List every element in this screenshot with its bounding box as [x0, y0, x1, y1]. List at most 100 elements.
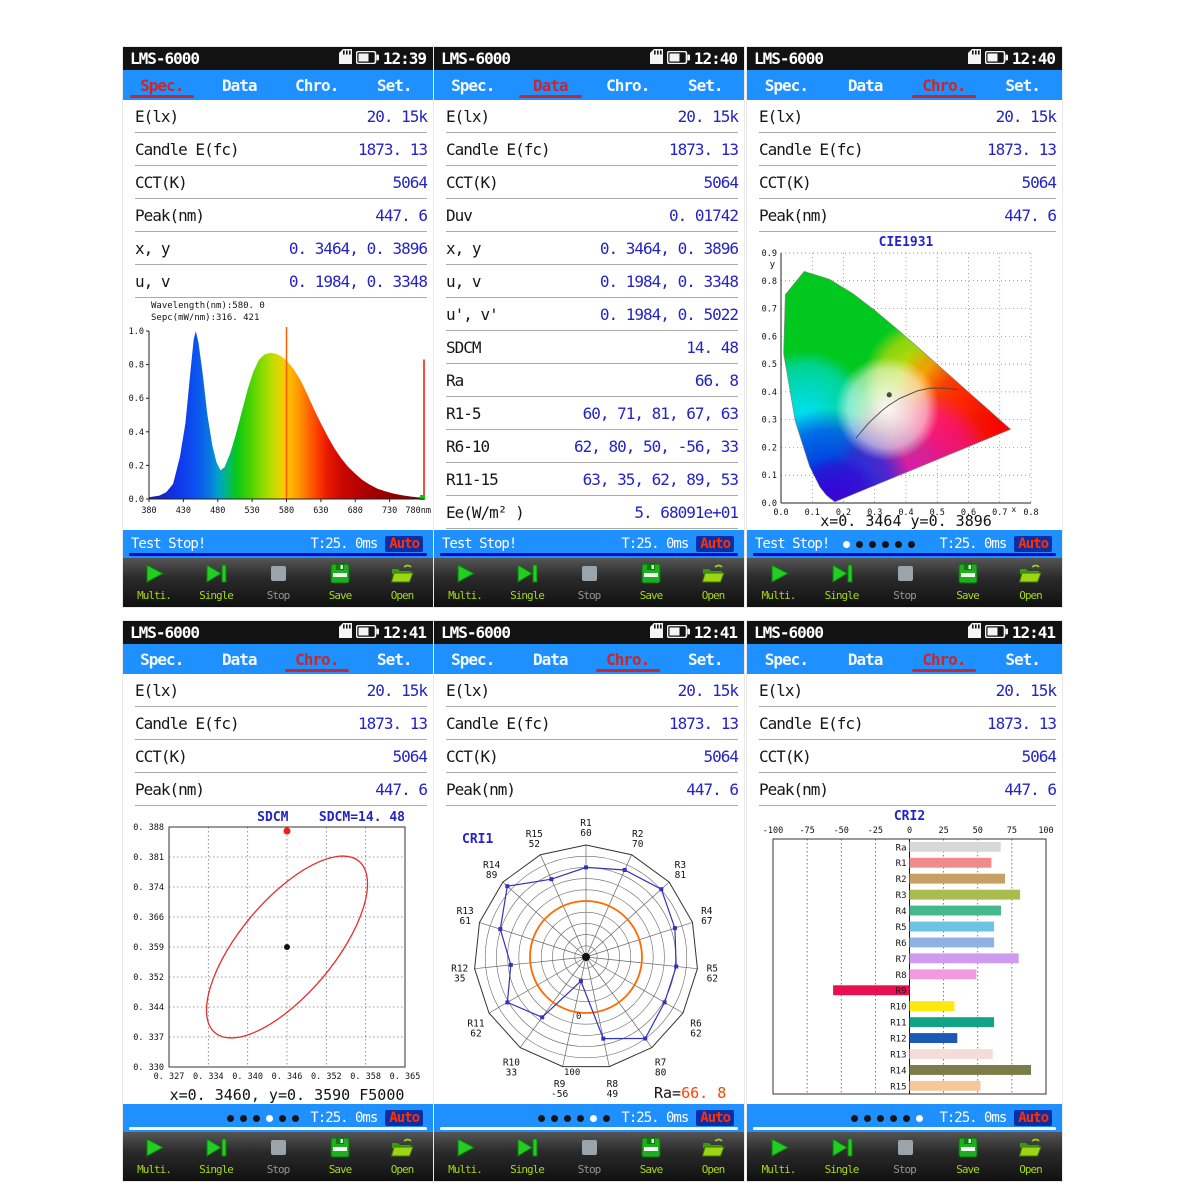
tab-data[interactable]: Data [201, 70, 279, 100]
cri-bar-label: R9 [896, 987, 907, 997]
row-value: 0. 01742 [669, 206, 738, 225]
open-button[interactable]: Open [371, 1137, 433, 1176]
stop-button[interactable]: Stop [558, 1137, 620, 1176]
device-screen: LMS-6000 12:40Spec.DataChro.Set.E(lx)20.… [434, 47, 744, 607]
status-underline [129, 553, 427, 556]
save-button[interactable]: Save [620, 1137, 682, 1176]
integration-time-label: T:25. 0ms [939, 536, 1006, 552]
auto-mode-badge[interactable]: Auto [696, 1110, 734, 1126]
tab-chro[interactable]: Chro. [905, 70, 984, 100]
save-button[interactable]: Save [309, 1137, 371, 1176]
auto-mode-badge[interactable]: Auto [1014, 1110, 1052, 1126]
battery-icon [667, 625, 690, 638]
save-button[interactable]: Save [309, 563, 371, 602]
row-value: 447. 6 [1004, 780, 1056, 799]
tab-spec[interactable]: Spec. [434, 644, 512, 674]
multi-button[interactable]: Multi. [434, 1137, 496, 1176]
tab-chro[interactable]: Chro. [278, 644, 356, 674]
ra-caption: Ra=66. 8 [654, 1084, 726, 1102]
title-bar: LMS-6000 12:40 [434, 47, 744, 70]
auto-mode-badge[interactable]: Auto [385, 536, 423, 552]
tool-label: Multi. [762, 589, 796, 602]
tab-bar: Spec.DataChro.Set. [747, 70, 1062, 100]
tab-set[interactable]: Set. [983, 70, 1062, 100]
skip-icon [830, 1137, 854, 1162]
single-button[interactable]: Single [496, 563, 558, 602]
single-button[interactable]: Single [496, 1137, 558, 1176]
save-button[interactable]: Save [620, 563, 682, 602]
tab-data[interactable]: Data [512, 70, 590, 100]
auto-mode-badge[interactable]: Auto [385, 1110, 423, 1126]
row-value: 0. 1984, 0. 3348 [289, 272, 427, 291]
row-label: Candle E(fc) [135, 140, 239, 159]
tab-set[interactable]: Set. [356, 644, 434, 674]
auto-mode-badge[interactable]: Auto [1014, 536, 1052, 552]
row-value: 66. 8 [695, 371, 738, 390]
table-row: R1-560, 71, 81, 67, 63 [446, 397, 738, 430]
tab-spec[interactable]: Spec. [747, 70, 826, 100]
radar-spoke-label: R780 [655, 1058, 667, 1079]
stop-button[interactable]: Stop [558, 563, 620, 602]
tab-set[interactable]: Set. [667, 644, 745, 674]
save-icon [956, 1137, 980, 1162]
skip-icon [515, 563, 539, 588]
open-button[interactable]: Open [999, 563, 1062, 602]
page-dot [895, 541, 902, 548]
stop-button[interactable]: Stop [873, 1137, 936, 1176]
device-screen: LMS-6000 12:40Spec.DataChro.Set.E(lx)20.… [747, 47, 1062, 607]
open-button[interactable]: Open [682, 563, 744, 602]
tab-spec[interactable]: Spec. [747, 644, 826, 674]
single-button[interactable]: Single [185, 563, 247, 602]
table-row: E(lx)20. 15k [759, 674, 1056, 707]
battery-icon [667, 51, 690, 64]
save-button[interactable]: Save [936, 563, 999, 602]
tab-spec[interactable]: Spec. [434, 70, 512, 100]
svg-text:25: 25 [939, 826, 949, 836]
tab-bar: Spec.DataChro.Set. [123, 644, 433, 674]
tab-chro[interactable]: Chro. [278, 70, 356, 100]
open-button[interactable]: Open [371, 563, 433, 602]
row-label: E(lx) [759, 681, 802, 700]
open-button[interactable]: Open [682, 1137, 744, 1176]
status-message: Test Stop! [442, 536, 516, 552]
integration-time-label: T:25. 0ms [939, 1110, 1006, 1126]
cri-bar-label: R2 [896, 875, 907, 885]
table-row: R6-1062, 80, 50, -56, 33 [446, 430, 738, 463]
tab-spec[interactable]: Spec. [123, 644, 201, 674]
save-button[interactable]: Save [936, 1137, 999, 1176]
auto-mode-badge[interactable]: Auto [696, 536, 734, 552]
single-button[interactable]: Single [810, 1137, 873, 1176]
multi-button[interactable]: Multi. [747, 1137, 810, 1176]
tab-set[interactable]: Set. [983, 644, 1062, 674]
tab-spec[interactable]: Spec. [123, 70, 201, 100]
tab-data[interactable]: Data [201, 644, 279, 674]
tab-set[interactable]: Set. [356, 70, 434, 100]
measurement-table: E(lx)20. 15kCandle E(fc)1873. 13CCT(K)50… [434, 100, 744, 529]
row-value: 14. 48 [686, 338, 738, 357]
stop-button[interactable]: Stop [873, 563, 936, 602]
tab-chro[interactable]: Chro. [589, 644, 667, 674]
single-button[interactable]: Single [810, 563, 873, 602]
tab-data[interactable]: Data [826, 644, 905, 674]
tab-data[interactable]: Data [826, 70, 905, 100]
row-value: 0. 1984, 0. 3348 [600, 272, 738, 291]
sdcm-chart-title: SDCM [257, 810, 288, 825]
multi-button[interactable]: Multi. [123, 563, 185, 602]
multi-button[interactable]: Multi. [747, 563, 810, 602]
multi-button[interactable]: Multi. [123, 1137, 185, 1176]
stop-button[interactable]: Stop [247, 1137, 309, 1176]
measurement-table: E(lx)20. 15kCandle E(fc)1873. 13CCT(K)50… [123, 100, 433, 298]
cri-bar [910, 1049, 993, 1059]
single-button[interactable]: Single [185, 1137, 247, 1176]
multi-button[interactable]: Multi. [434, 563, 496, 602]
tab-chro[interactable]: Chro. [905, 644, 984, 674]
radar-spoke-label: R562 [707, 963, 718, 984]
stop-button[interactable]: Stop [247, 563, 309, 602]
svg-text:0.8: 0.8 [129, 361, 144, 371]
tab-data[interactable]: Data [512, 644, 590, 674]
tab-set[interactable]: Set. [667, 70, 745, 100]
row-label: R6-10 [446, 437, 489, 456]
tool-label: Multi. [762, 1163, 796, 1176]
open-button[interactable]: Open [999, 1137, 1062, 1176]
tab-chro[interactable]: Chro. [589, 70, 667, 100]
